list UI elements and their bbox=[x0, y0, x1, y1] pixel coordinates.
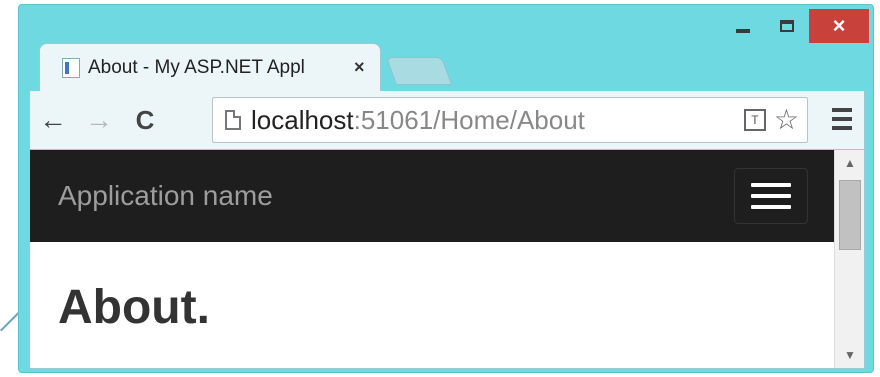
menu-line bbox=[832, 117, 852, 121]
tab-strip: About - My ASP.NET Appl × bbox=[39, 43, 539, 91]
favicon-icon bbox=[62, 57, 80, 78]
page-title: About. bbox=[58, 281, 210, 334]
forward-button[interactable]: → bbox=[76, 97, 122, 143]
menu-line bbox=[832, 108, 852, 112]
bookmark-star-icon[interactable]: ☆ bbox=[774, 106, 799, 134]
window-controls: × bbox=[721, 9, 869, 43]
site-navbar: Application name bbox=[30, 150, 836, 242]
tab-title: About - My ASP.NET Appl bbox=[88, 56, 305, 78]
close-window-button[interactable]: × bbox=[809, 9, 869, 43]
minimize-button[interactable] bbox=[721, 9, 765, 43]
address-bar[interactable]: localhost:51061/Home/About T ☆ bbox=[212, 97, 808, 143]
hamburger-icon-line bbox=[751, 205, 791, 209]
brand-link[interactable]: Application name bbox=[58, 180, 273, 212]
reload-button[interactable]: C bbox=[122, 97, 168, 143]
tab-close-icon[interactable]: × bbox=[354, 57, 365, 78]
reload-icon: C bbox=[135, 104, 155, 135]
page-icon bbox=[225, 110, 241, 130]
forward-arrow-icon: → bbox=[85, 104, 113, 135]
scroll-down-icon[interactable]: ▼ bbox=[835, 344, 864, 366]
hamburger-icon-line bbox=[751, 183, 791, 187]
hamburger-icon-line bbox=[751, 194, 791, 198]
back-button[interactable]: ← bbox=[30, 97, 76, 143]
vertical-scrollbar[interactable]: ▲ ▼ bbox=[834, 150, 864, 368]
maximize-icon bbox=[780, 20, 794, 32]
browser-window: × About - My ASP.NET Appl × ← → C localh… bbox=[18, 4, 874, 373]
url-path: :51061/Home/About bbox=[353, 104, 585, 135]
tab-about[interactable]: About - My ASP.NET Appl × bbox=[39, 43, 381, 91]
maximize-button[interactable] bbox=[765, 9, 809, 43]
scroll-up-icon[interactable]: ▲ bbox=[835, 152, 864, 174]
url-host: localhost bbox=[251, 104, 354, 135]
menu-line bbox=[832, 126, 852, 130]
new-tab-button[interactable] bbox=[385, 57, 453, 85]
scroll-thumb[interactable] bbox=[839, 180, 861, 250]
page-viewport: Application name About. ▲ ▼ bbox=[29, 149, 865, 369]
translate-icon[interactable]: T bbox=[743, 109, 766, 131]
browser-menu-icon[interactable] bbox=[826, 101, 858, 137]
close-icon: × bbox=[832, 13, 846, 38]
navbar-toggle-button[interactable] bbox=[734, 168, 808, 224]
browser-toolbar: ← → C localhost:51061/Home/About T ☆ bbox=[29, 91, 865, 149]
back-arrow-icon: ← bbox=[39, 104, 67, 135]
minimize-icon bbox=[736, 29, 750, 33]
address-bar-actions: T ☆ bbox=[743, 106, 799, 134]
